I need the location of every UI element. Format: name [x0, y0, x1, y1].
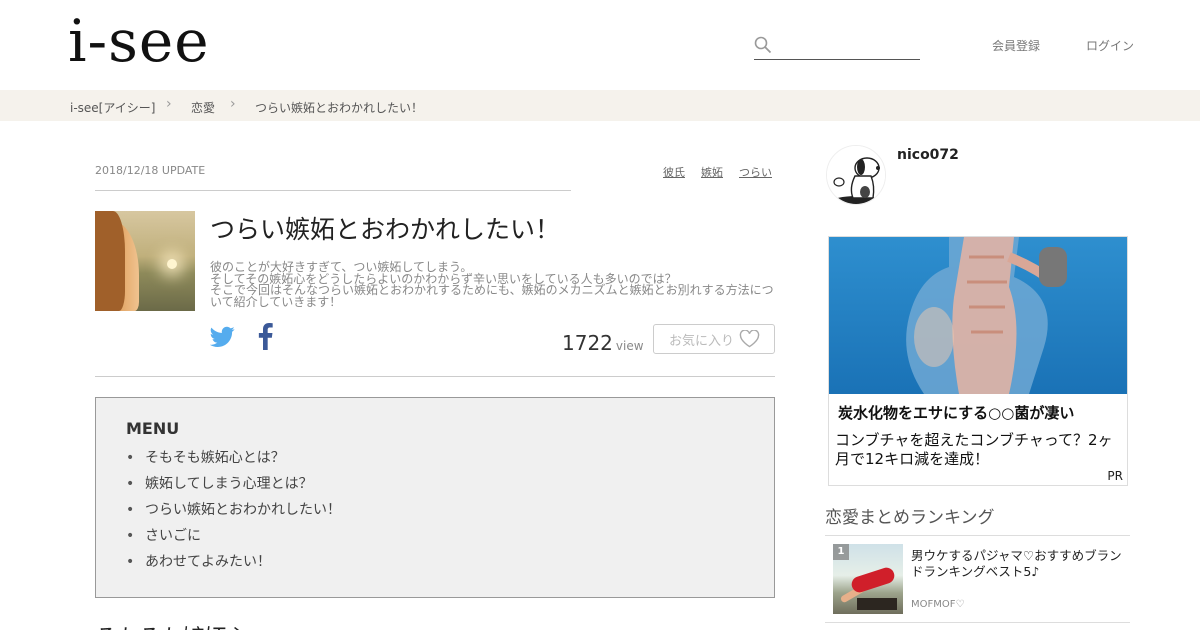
divider: [825, 622, 1130, 623]
toc-item[interactable]: • つらい嫉妬とおわかれしたい！: [126, 500, 341, 526]
ad-body-illustration: [906, 237, 1067, 394]
author-avatar[interactable]: [826, 145, 886, 205]
login-link[interactable]: ログイン: [1086, 37, 1134, 54]
chevron-right-icon: ›: [230, 96, 236, 112]
toc-item[interactable]: • 嫉妬してしまう心理とは？: [126, 474, 341, 500]
search-icon[interactable]: [754, 36, 772, 54]
heart-icon: [739, 330, 760, 348]
ranking-item[interactable]: 1 男ウケするパジャマ♡おすすめブランドランキングベスト5♪ MOFMOF♡: [833, 544, 1130, 616]
section-heading: そもそも嫉妬心: [95, 620, 249, 630]
chevron-right-icon: ›: [166, 96, 172, 112]
view-count-unit: view: [615, 339, 644, 353]
author-name[interactable]: nico072: [897, 147, 959, 163]
ad-image[interactable]: [829, 237, 1127, 394]
breadcrumb: i-see[アイシー] › 恋愛 › つらい嫉妬とおわかれしたい！: [0, 90, 1200, 121]
toc-title: MENU: [126, 419, 180, 438]
description-line: いて紹介していきます！: [210, 294, 342, 309]
search-input[interactable]: [776, 34, 916, 58]
ad-description[interactable]: コンブチャを超えたコンブチャって？2ヶ月で12キロ減を達成！: [835, 431, 1123, 469]
facebook-icon[interactable]: [258, 323, 273, 350]
divider: [95, 190, 571, 191]
tag-link[interactable]: つらい: [739, 164, 772, 180]
favorite-button[interactable]: お気に入り: [653, 324, 775, 354]
ranking-author: MOFMOF♡: [911, 599, 965, 610]
article-title: つらい嫉妬とおわかれしたい！: [210, 215, 561, 244]
tag-link[interactable]: 彼氏: [663, 164, 685, 180]
article-thumbnail: [95, 211, 195, 311]
view-count: 1722 view: [562, 331, 644, 355]
view-count-number: 1722: [562, 331, 613, 355]
divider: [95, 376, 775, 377]
twitter-icon[interactable]: [210, 326, 235, 348]
site-header: i-see 会員登録 ログイン: [0, 0, 1200, 90]
register-link[interactable]: 会員登録: [992, 37, 1040, 54]
sidebar-ad[interactable]: 炭水化物をエサにする○○菌が凄い コンブチャを超えたコンブチャって？2ヶ月で12…: [828, 236, 1128, 486]
ad-pr-label: PR: [1107, 469, 1123, 483]
table-of-contents: MENU • そもそも嫉妬心とは？ • 嫉妬してしまう心理とは？ • つらい嫉妬とおわ…: [95, 397, 775, 598]
article-date: 2018/12/18 UPDATE: [95, 164, 206, 177]
ranking-title[interactable]: 男ウケするパジャマ♡おすすめブランドランキングベスト5♪: [911, 548, 1126, 580]
breadcrumb-home[interactable]: i-see[アイシー]: [70, 99, 155, 116]
article-description: 彼のことが大好きすぎて、つい嫉妬してしまう。 そしてその嫉妬心をどうしたらよいの…: [210, 261, 776, 309]
divider: [825, 535, 1130, 536]
ranking-thumbnail[interactable]: 1: [833, 544, 903, 614]
search-box: [754, 34, 920, 60]
toc-item[interactable]: • そもそも嫉妬心とは？: [126, 448, 341, 474]
ranking-heading: 恋愛まとめランキング: [825, 508, 995, 528]
toc-list: • そもそも嫉妬心とは？ • 嫉妬してしまう心理とは？ • つらい嫉妬とおわかれしたい…: [126, 448, 341, 578]
site-logo[interactable]: i-see: [68, 12, 210, 70]
favorite-label: お気に入り: [669, 333, 735, 349]
tag-link[interactable]: 嫉妬: [701, 164, 723, 180]
breadcrumb-category[interactable]: 恋愛: [191, 99, 215, 116]
ad-title[interactable]: 炭水化物をエサにする○○菌が凄い: [838, 402, 1074, 423]
toc-item[interactable]: • あわせてよみたい！: [126, 552, 341, 578]
rank-number: 1: [833, 544, 849, 560]
breadcrumb-current: つらい嫉妬とおわかれしたい！: [255, 101, 424, 115]
snoopy-avatar-icon: [827, 146, 885, 204]
toc-item[interactable]: • さいごに: [126, 526, 341, 552]
